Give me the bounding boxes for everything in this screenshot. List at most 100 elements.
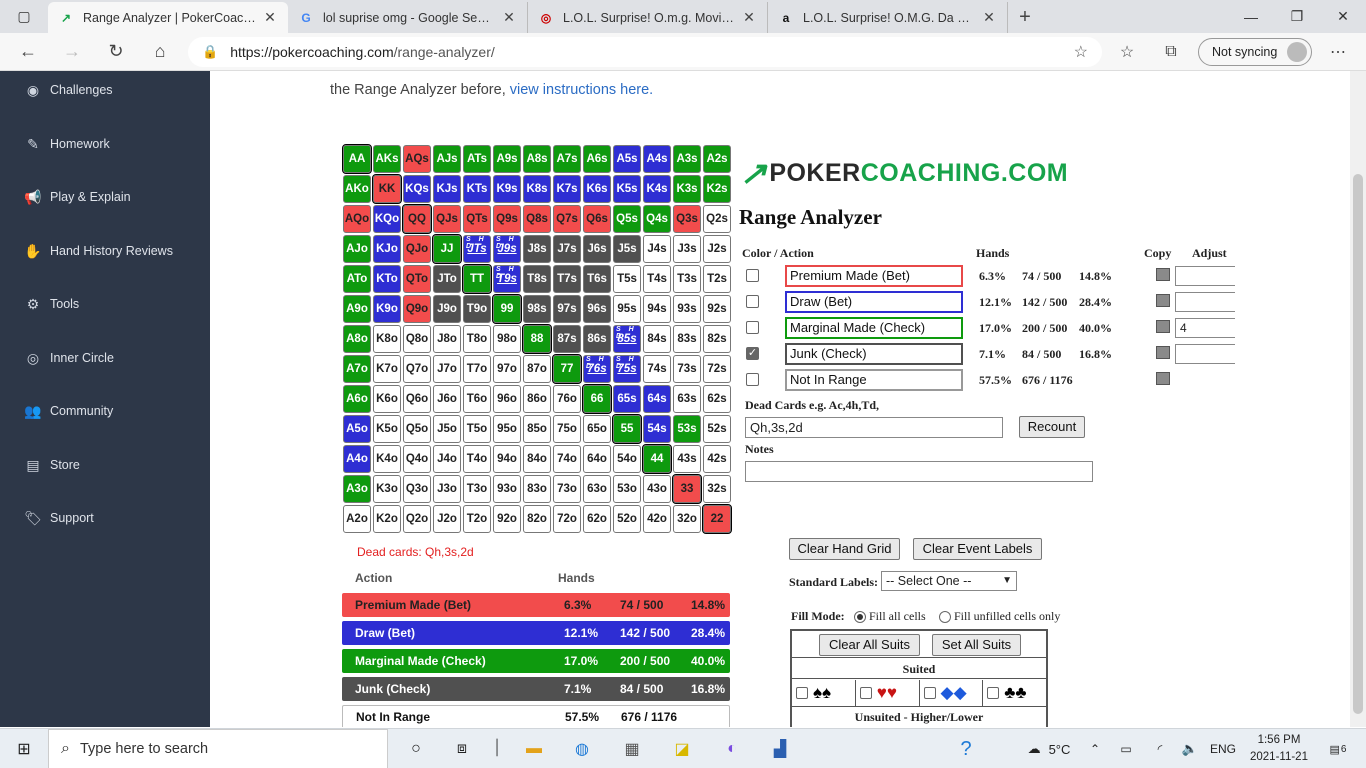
hand-cell[interactable]: Q6o	[403, 385, 431, 413]
hand-cell[interactable]: ATs	[463, 145, 491, 173]
hand-cell[interactable]: 72o	[553, 505, 581, 533]
hand-cell[interactable]: 53o	[613, 475, 641, 503]
hand-cell[interactable]: S H D JTs	[463, 235, 491, 263]
sticky-notes-icon[interactable]: ◪	[662, 729, 702, 768]
language-indicator[interactable]: ENG	[1206, 729, 1240, 768]
hand-cell[interactable]: 64s	[643, 385, 671, 413]
hand-cell[interactable]: QTo	[403, 265, 431, 293]
hand-cell[interactable]: J6o	[433, 385, 461, 413]
hand-cell[interactable]: A6s	[583, 145, 611, 173]
sidebar-item-store[interactable]: ▤ Store	[22, 455, 80, 475]
hand-cell[interactable]: 95o	[493, 415, 521, 443]
hand-cell[interactable]: Q8o	[403, 325, 431, 353]
hand-cell[interactable]: 93s	[673, 295, 701, 323]
hand-cell[interactable]: 86o	[523, 385, 551, 413]
hand-cell[interactable]: T3o	[463, 475, 491, 503]
copy-icon[interactable]	[1156, 294, 1170, 307]
tab-target[interactable]: ◎ L.O.L. Surprise! O.m.g. Movie Mag ✕	[528, 2, 768, 33]
favorites-icon[interactable]: ☆	[1107, 33, 1147, 71]
hand-cell[interactable]: 54s	[643, 415, 671, 443]
hand-cell[interactable]: Q2o	[403, 505, 431, 533]
hand-cell[interactable]: J6s	[583, 235, 611, 263]
adjust-input[interactable]: 4	[1175, 318, 1235, 338]
action-checkbox[interactable]	[746, 295, 759, 308]
hand-cell[interactable]: T5o	[463, 415, 491, 443]
action-label-input[interactable]: Junk (Check)	[785, 343, 963, 365]
fill-unfilled-option[interactable]: Fill unfilled cells only	[939, 609, 1060, 624]
address-bar[interactable]: 🔒 https://pokercoaching.com/range-analyz…	[188, 37, 1102, 67]
wifi-icon[interactable]: ◜	[1148, 729, 1172, 768]
hand-cell[interactable]: K9o	[373, 295, 401, 323]
hand-cell[interactable]: KJo	[373, 235, 401, 263]
hand-cell[interactable]: AJs	[433, 145, 461, 173]
hand-cell[interactable]: A7s	[553, 145, 581, 173]
hand-cell[interactable]: J4s	[643, 235, 671, 263]
hand-cell[interactable]: AQo	[343, 205, 371, 233]
home-icon[interactable]: ⌂	[138, 41, 182, 62]
suit-option[interactable]: ♥♥	[856, 680, 920, 706]
hand-cell[interactable]: 98s	[523, 295, 551, 323]
hand-cell[interactable]: 82s	[703, 325, 731, 353]
action-checkbox[interactable]	[746, 269, 759, 282]
adjust-input[interactable]	[1175, 344, 1235, 364]
taskbar-search[interactable]: ⌕ Type here to search	[48, 729, 388, 768]
close-tab-icon[interactable]: ✕	[501, 9, 517, 26]
fill-all-radio[interactable]	[854, 611, 866, 624]
hand-cell[interactable]: K5o	[373, 415, 401, 443]
hand-cell[interactable]: K8s	[523, 175, 551, 203]
notes-input[interactable]	[745, 461, 1093, 482]
hand-cell[interactable]: S H D 75s	[613, 355, 641, 383]
sidebar-item-challenges[interactable]: ◉ Challenges	[22, 80, 113, 100]
hand-cell[interactable]: 94o	[493, 445, 521, 473]
hand-cell[interactable]: TT	[462, 264, 492, 294]
hand-cell[interactable]: Q8s	[523, 205, 551, 233]
hand-cell[interactable]: 64o	[583, 445, 611, 473]
copy-icon[interactable]	[1156, 268, 1170, 281]
hand-cell[interactable]: K6s	[583, 175, 611, 203]
pen-icon[interactable]: ⏐	[482, 729, 512, 768]
hand-cell[interactable]: A8s	[523, 145, 551, 173]
cortana-icon[interactable]: ○	[396, 729, 436, 768]
hand-cell[interactable]: AJo	[343, 235, 371, 263]
hand-cell[interactable]: A9o	[343, 295, 371, 323]
clear-all-suits-button[interactable]: Clear All Suits	[819, 634, 920, 656]
hand-cell[interactable]: 87o	[523, 355, 551, 383]
close-tab-icon[interactable]: ✕	[741, 9, 757, 26]
hand-cell[interactable]: 87s	[553, 325, 581, 353]
hand-cell[interactable]: K7s	[553, 175, 581, 203]
hand-cell[interactable]: 42s	[703, 445, 731, 473]
hand-cell[interactable]: 54o	[613, 445, 641, 473]
hand-cell[interactable]: A9s	[493, 145, 521, 173]
close-tab-icon[interactable]: ✕	[981, 9, 997, 26]
hand-cell[interactable]: Q5o	[403, 415, 431, 443]
hand-cell[interactable]: K6o	[373, 385, 401, 413]
suit-option[interactable]: ◆◆	[920, 680, 984, 706]
hand-cell[interactable]: 96o	[493, 385, 521, 413]
hand-cell[interactable]: A6o	[343, 385, 371, 413]
hand-cell[interactable]: 44	[642, 444, 672, 474]
hand-cell[interactable]: J3o	[433, 475, 461, 503]
hand-cell[interactable]: AKs	[373, 145, 401, 173]
hand-cell[interactable]: T5s	[613, 265, 641, 293]
suit-checkbox[interactable]	[796, 687, 808, 699]
suit-option[interactable]: ♠♠	[792, 680, 856, 706]
hand-cell[interactable]: QJs	[433, 205, 461, 233]
sidebar-item-hand-history[interactable]: ✋ Hand History Reviews	[22, 241, 173, 261]
lock-icon[interactable]: 🔒	[202, 44, 218, 60]
hand-cell[interactable]: ATo	[343, 265, 371, 293]
hand-cell[interactable]: 55	[612, 414, 642, 444]
minimize-icon[interactable]: —	[1228, 0, 1274, 33]
suit-checkbox[interactable]	[923, 687, 936, 699]
hand-cell[interactable]: Q4s	[643, 205, 671, 233]
hand-cell[interactable]: A8o	[343, 325, 371, 353]
hand-cell[interactable]: Q2s	[703, 205, 731, 233]
copy-icon[interactable]	[1156, 320, 1170, 333]
hand-cell[interactable]: 22	[702, 504, 732, 534]
hand-cell[interactable]: S H D J9s	[493, 235, 521, 263]
adjust-input[interactable]	[1175, 266, 1235, 286]
hand-cell[interactable]: S H D T9s	[493, 265, 521, 293]
hand-cell[interactable]: 96s	[583, 295, 611, 323]
action-label-input[interactable]: Marginal Made (Check)	[785, 317, 963, 339]
hand-cell[interactable]: KK	[372, 174, 402, 204]
hand-cell[interactable]: 95s	[613, 295, 641, 323]
